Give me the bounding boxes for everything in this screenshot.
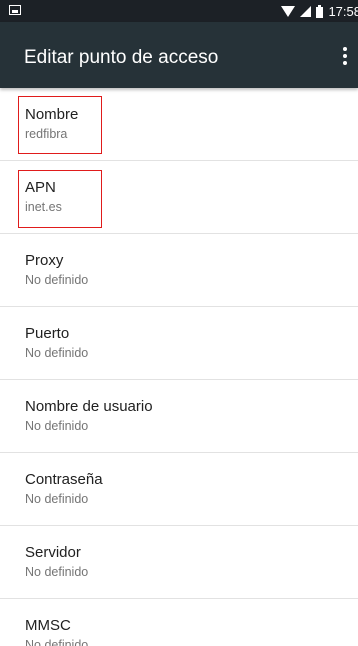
setting-label: Puerto [25,325,70,342]
overflow-dot [343,54,347,58]
setting-value: No definido [25,565,89,579]
setting-value: No definido [25,492,89,506]
more-vert-icon[interactable] [338,47,352,67]
setting-item-puerto[interactable]: Puerto No definido [0,307,358,380]
status-bar: 17:58 [0,0,358,22]
status-icons: 17:58 [281,0,358,22]
highlight-box [18,96,102,154]
image-notification-icon [9,5,21,15]
status-time: 17:58 [328,3,358,19]
setting-label: Proxy [25,252,64,269]
setting-item-nombre-de-usuario[interactable]: Nombre de usuario No definido [0,380,358,453]
setting-label: Servidor [25,544,81,561]
setting-value: redfibra [25,127,68,141]
setting-label: Nombre de usuario [25,398,153,415]
setting-item-servidor[interactable]: Servidor No definido [0,526,358,599]
setting-value: No definido [25,346,89,360]
app-bar: Editar punto de acceso [0,22,358,88]
setting-label: Nombre [25,106,79,123]
battery-icon [316,4,324,18]
overflow-dot [343,61,347,65]
signal-icon [300,5,312,17]
setting-item-mmsc[interactable]: MMSC No definido [0,599,358,646]
screen: 17:58 Editar punto de acceso Nombre redf… [0,0,358,646]
setting-label: APN [25,179,56,196]
setting-label: MMSC [25,617,71,634]
page-title: Editar punto de acceso [24,47,219,68]
setting-value: inet.es [25,200,62,214]
wifi-icon [281,5,296,17]
setting-item-contrasena[interactable]: Contraseña No definido [0,453,358,526]
overflow-dot [343,47,347,51]
setting-label: Contraseña [25,471,103,488]
setting-item-nombre[interactable]: Nombre redfibra [0,88,358,161]
setting-item-proxy[interactable]: Proxy No definido [0,234,358,307]
setting-value: No definido [25,638,89,646]
settings-list: Nombre redfibra APN inet.es Proxy No def… [0,88,358,646]
setting-value: No definido [25,419,89,433]
setting-item-apn[interactable]: APN inet.es [0,161,358,234]
setting-value: No definido [25,273,89,287]
